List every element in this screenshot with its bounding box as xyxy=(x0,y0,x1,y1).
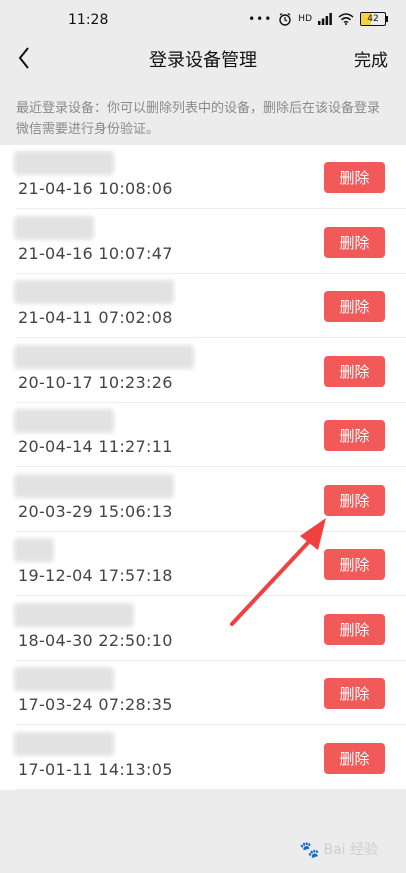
nav-bar: 登录设备管理 完成 xyxy=(0,40,406,80)
device-login-time: 18-04-30 22:50:10 xyxy=(18,630,173,650)
annotation-arrow xyxy=(230,518,326,626)
baidu-paw-icon: 🐾 xyxy=(299,839,320,859)
device-login-time: 21-04-16 10:07:47 xyxy=(18,243,173,263)
status-icons: ••• HD 42 xyxy=(248,12,388,26)
watermark-text: Bai 经验 xyxy=(323,842,378,858)
device-name-redacted xyxy=(14,667,114,691)
delete-device-button[interactable]: 删除 xyxy=(324,678,385,709)
page-title: 登录设备管理 xyxy=(149,50,257,71)
device-row: 21-04-16 10:07:47 删除 xyxy=(0,210,406,274)
device-name-redacted xyxy=(14,151,114,175)
device-name-redacted xyxy=(14,344,194,369)
device-row: 17-01-11 14:13:05 删除 xyxy=(0,726,406,790)
device-login-time: 21-04-11 07:02:08 xyxy=(18,308,173,327)
device-row: 20-04-14 11:27:11 删除 xyxy=(0,403,406,467)
delete-device-button[interactable]: 删除 xyxy=(324,291,385,322)
device-name-redacted xyxy=(14,280,174,304)
device-name-redacted xyxy=(14,215,94,240)
device-login-time: 17-03-24 07:28:35 xyxy=(18,695,173,714)
device-row: 20-03-29 15:06:13 删除 xyxy=(0,468,406,532)
signal-icon xyxy=(318,13,332,25)
device-row: 18-04-30 22:50:10 删除 xyxy=(0,597,406,661)
device-login-time: 20-04-14 11:27:11 xyxy=(18,437,173,456)
device-login-time: 17-01-11 14:13:05 xyxy=(18,759,173,779)
status-bar: 11:28 ••• HD 42 xyxy=(0,0,406,40)
device-list: 21-04-16 10:08:06 删除 21-04-16 10:07:47 删除 21… xyxy=(0,145,406,790)
delete-device-button[interactable]: 删除 xyxy=(324,226,385,258)
battery-level: 42 xyxy=(367,14,379,24)
network-type-label: HD xyxy=(298,14,312,24)
alarm-icon xyxy=(279,13,291,26)
hint-text: 最近登录设备：你可以删除列表中的设备，删除后在该设备登录微信需要进行身份验证。 xyxy=(16,101,381,137)
device-row: 21-04-11 07:02:08 删除 xyxy=(0,274,406,338)
device-row: 19-12-04 17:57:18 删除 xyxy=(0,532,406,596)
battery-icon: 42 xyxy=(360,12,388,26)
status-time: 11:28 xyxy=(68,12,109,28)
device-login-time: 19-12-04 17:57:18 xyxy=(18,566,173,585)
more-dots-icon: ••• xyxy=(248,12,273,26)
device-row: 17-03-24 07:28:35 删除 xyxy=(0,661,406,725)
device-login-time: 20-03-29 15:06:13 xyxy=(18,501,173,521)
device-name-redacted xyxy=(14,473,174,498)
delete-device-button[interactable]: 删除 xyxy=(324,420,385,451)
device-name-redacted xyxy=(14,602,134,627)
delete-device-button[interactable]: 删除 xyxy=(324,355,385,387)
device-row: 21-04-16 10:08:06 删除 xyxy=(0,145,406,209)
device-row: 20-10-17 10:23:26 删除 xyxy=(0,339,406,403)
watermark: 🐾 Bai 经验 xyxy=(300,839,378,859)
device-name-redacted xyxy=(14,409,114,433)
device-name-redacted xyxy=(14,538,54,562)
wifi-icon xyxy=(338,13,354,25)
device-login-time: 21-04-16 10:08:06 xyxy=(18,179,173,198)
device-login-time: 20-10-17 10:23:26 xyxy=(18,372,173,392)
done-button[interactable]: 完成 xyxy=(354,46,388,71)
device-name-redacted xyxy=(14,731,114,756)
delete-device-button[interactable]: 删除 xyxy=(324,742,385,774)
delete-device-button[interactable]: 删除 xyxy=(324,162,385,193)
